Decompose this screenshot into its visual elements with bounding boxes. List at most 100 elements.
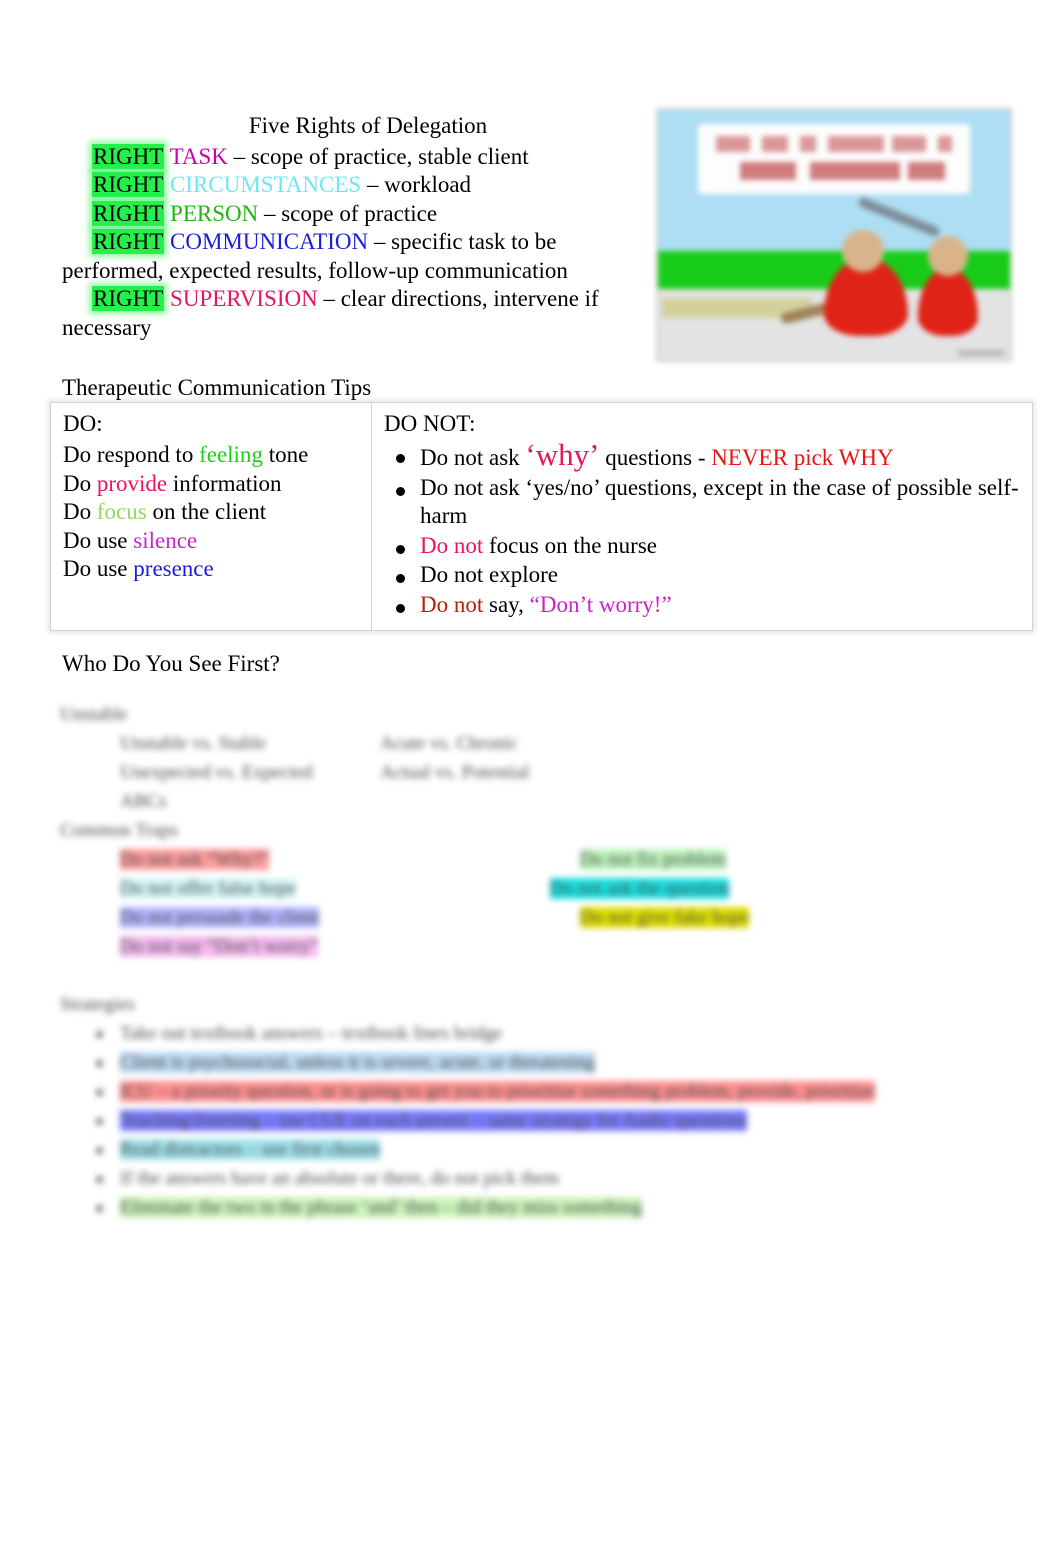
table-row: DO: Do respond to feeling tone Do provid… — [50, 402, 1033, 631]
donot-item-4-rest: say, — [483, 591, 530, 617]
donot-item-0-never: NEVER pick WHY — [711, 445, 894, 470]
do-column-header: DO: — [63, 411, 103, 436]
donot-item-2-rest: focus on the nurse — [483, 532, 657, 558]
obscured-row: Do not persuade the client Do not give f… — [60, 903, 1000, 932]
document-page: Five Rights of Delegation RIGHT TASK – s… — [0, 0, 1062, 1561]
do-not-list: Do not ask ‘why’ questions - NEVER pick … — [384, 439, 1020, 620]
do-item-2-keyword: focus — [96, 499, 147, 524]
obscured-section-label-unstable: Unstable — [60, 704, 128, 725]
do-list: Do respond to feeling tone Do provide in… — [63, 441, 359, 584]
clipart-figure-b-head — [928, 236, 968, 276]
obscured-bullet: Teaching/listening – use CUE on each ans… — [60, 1106, 1000, 1135]
obscured-row: Do not say “Don’t worry” — [60, 932, 1000, 961]
right-person-line: RIGHT PERSON – scope of practice — [62, 200, 662, 229]
list-item: Do respond to feeling tone — [63, 441, 359, 470]
list-item: Do use silence — [63, 527, 359, 556]
donot-item-4-quote: “Don’t worry!” — [529, 591, 672, 617]
donot-item-4-accent: Do not — [420, 591, 484, 617]
delegation-cartoon-image — [656, 108, 1012, 362]
obscured-row: ABCs — [60, 787, 1000, 816]
right-desc-communication: – specific task to be — [368, 229, 557, 254]
do-item-3-pre: Do use — [63, 527, 134, 553]
five-rights-title: Five Rights of Delegation — [248, 113, 488, 138]
right-label-communication: RIGHT — [92, 229, 165, 254]
right-supervision-line: RIGHT SUPERVISION – clear directions, in… — [62, 285, 662, 314]
right-label-task: RIGHT — [92, 143, 165, 169]
obscured-bullet: Read distractors – use first chosen — [60, 1135, 1000, 1164]
obscured-bullet: Client is psychosocial, unless it is sev… — [60, 1048, 1000, 1077]
donot-item-0-why: ‘why’ — [525, 437, 600, 472]
list-item: Do not ask ‘yes/no’ questions, except in… — [396, 474, 1020, 531]
obscured-row-left: Unstable vs. Stable — [120, 733, 267, 754]
obscured-section-label-strategies: Strategies — [60, 994, 135, 1015]
right-key-supervision: SUPERVISION — [170, 286, 318, 311]
right-key-circumstances: CIRCUMSTANCES — [170, 172, 362, 197]
right-desc-supervision: – clear directions, intervene if — [317, 286, 599, 311]
do-item-1-pre: Do — [63, 470, 97, 496]
do-item-3-keyword: silence — [133, 527, 198, 553]
obscured-row-right: Actual vs. Potential — [380, 762, 530, 783]
obscured-row-left: Unexpected vs. Expected — [120, 762, 313, 783]
list-item: Do not explore — [396, 561, 1020, 590]
who-do-you-see-first-heading: Who Do You See First? — [62, 651, 280, 676]
obscured-bullet: ICU – a priority question, or is going t… — [60, 1077, 1000, 1106]
donot-item-3-text: Do not explore — [420, 562, 558, 587]
right-communication-line: RIGHT COMMUNICATION – specific task to b… — [62, 228, 662, 257]
do-item-0-post: tone — [262, 442, 309, 467]
right-desc-circumstances: – workload — [361, 172, 472, 197]
right-key-task: TASK — [169, 143, 228, 169]
do-item-1-keyword: provide — [96, 470, 168, 496]
list-item: Do not focus on the nurse — [396, 532, 1020, 561]
obscured-row-left: Do not offer false hope — [120, 878, 296, 899]
right-label-supervision: RIGHT — [92, 286, 165, 311]
obscured-row-right: Do not give fake hope — [580, 907, 749, 928]
list-item: Do provide information — [63, 470, 359, 499]
therapeutic-communication-tips-table: DO: Do respond to feeling tone Do provid… — [50, 402, 1033, 631]
right-communication-wrap: performed, expected results, follow-up c… — [62, 257, 568, 283]
do-item-2-post: on the client — [146, 499, 267, 524]
do-not-column-cell: DO NOT: Do not ask ‘why’ questions - NEV… — [371, 402, 1033, 631]
obscured-row-left: Do not persuade the client — [120, 907, 320, 928]
obscured-row: Do not ask “Why?” Do not fix problem — [60, 845, 1000, 874]
clipart-sign — [698, 124, 970, 194]
obscured-content-region: Unstable Unstable vs. Stable Acute vs. C… — [60, 700, 1000, 1280]
clipart-sign-text-line-1 — [716, 136, 952, 152]
do-item-4-keyword: presence — [133, 556, 214, 581]
do-item-1-post: information — [167, 470, 282, 496]
donot-item-1-text: Do not ask ‘yes/no’ questions, except in… — [420, 474, 1019, 529]
therapeutic-communication-tips-heading: Therapeutic Communication Tips — [62, 375, 372, 400]
obscured-bullet: Eliminate the two in the phrase ‘and’ th… — [60, 1193, 1000, 1222]
right-label-circumstances: RIGHT — [92, 172, 165, 197]
obscured-row-left: ABCs — [120, 791, 167, 812]
right-supervision-wrap: necessary — [62, 314, 152, 340]
clipart-sign-text-line-2 — [740, 162, 945, 180]
five-rights-of-delegation-block: Five Rights of Delegation RIGHT TASK – s… — [62, 112, 662, 342]
obscured-row: Unexpected vs. Expected Actual vs. Poten… — [60, 758, 1000, 787]
obscured-bullet: Take out textbook answers – textbook lin… — [60, 1019, 1000, 1048]
obscured-highlight-red: Do not ask “Why?” — [120, 849, 270, 870]
do-item-0-pre: Do respond to — [63, 442, 200, 467]
obscured-highlight-cyan-light: Do not offer false hope — [120, 878, 296, 899]
right-desc-task: – scope of practice, stable client — [227, 143, 529, 169]
clipart-signature — [958, 350, 1004, 356]
list-item: Do focus on the client — [63, 498, 359, 527]
do-not-column-header: DO NOT: — [384, 411, 476, 436]
donot-item-0-seg2: questions - — [599, 445, 712, 470]
right-task-line: RIGHT TASK – scope of practice, stable c… — [62, 143, 662, 172]
obscured-row-right: Acute vs. Chronic — [380, 733, 518, 754]
obscured-bullet: If the answers have an absolute or there… — [60, 1164, 1000, 1193]
right-key-person: PERSON — [170, 200, 259, 226]
obscured-row: Unstable vs. Stable Acute vs. Chronic — [60, 729, 1000, 758]
clipart-figure-a-head — [842, 230, 884, 272]
list-item: Do not say, “Don’t worry!” — [396, 591, 1020, 620]
do-item-4-pre: Do use — [63, 556, 134, 581]
obscured-highlight-blue: Do not persuade the client — [120, 907, 320, 928]
obscured-row-left: Do not ask “Why?” — [120, 849, 270, 870]
right-key-communication: COMMUNICATION — [170, 229, 369, 254]
donot-item-0-seg1: Do not ask — [420, 445, 526, 470]
obscured-row-right: Do not ask the question — [550, 878, 730, 899]
obscured-row: Do not offer false hope Do not ask the q… — [60, 874, 1000, 903]
right-label-person: RIGHT — [92, 200, 165, 226]
do-item-0-keyword: feeling — [199, 442, 263, 467]
right-desc-person: – scope of practice — [258, 200, 438, 226]
